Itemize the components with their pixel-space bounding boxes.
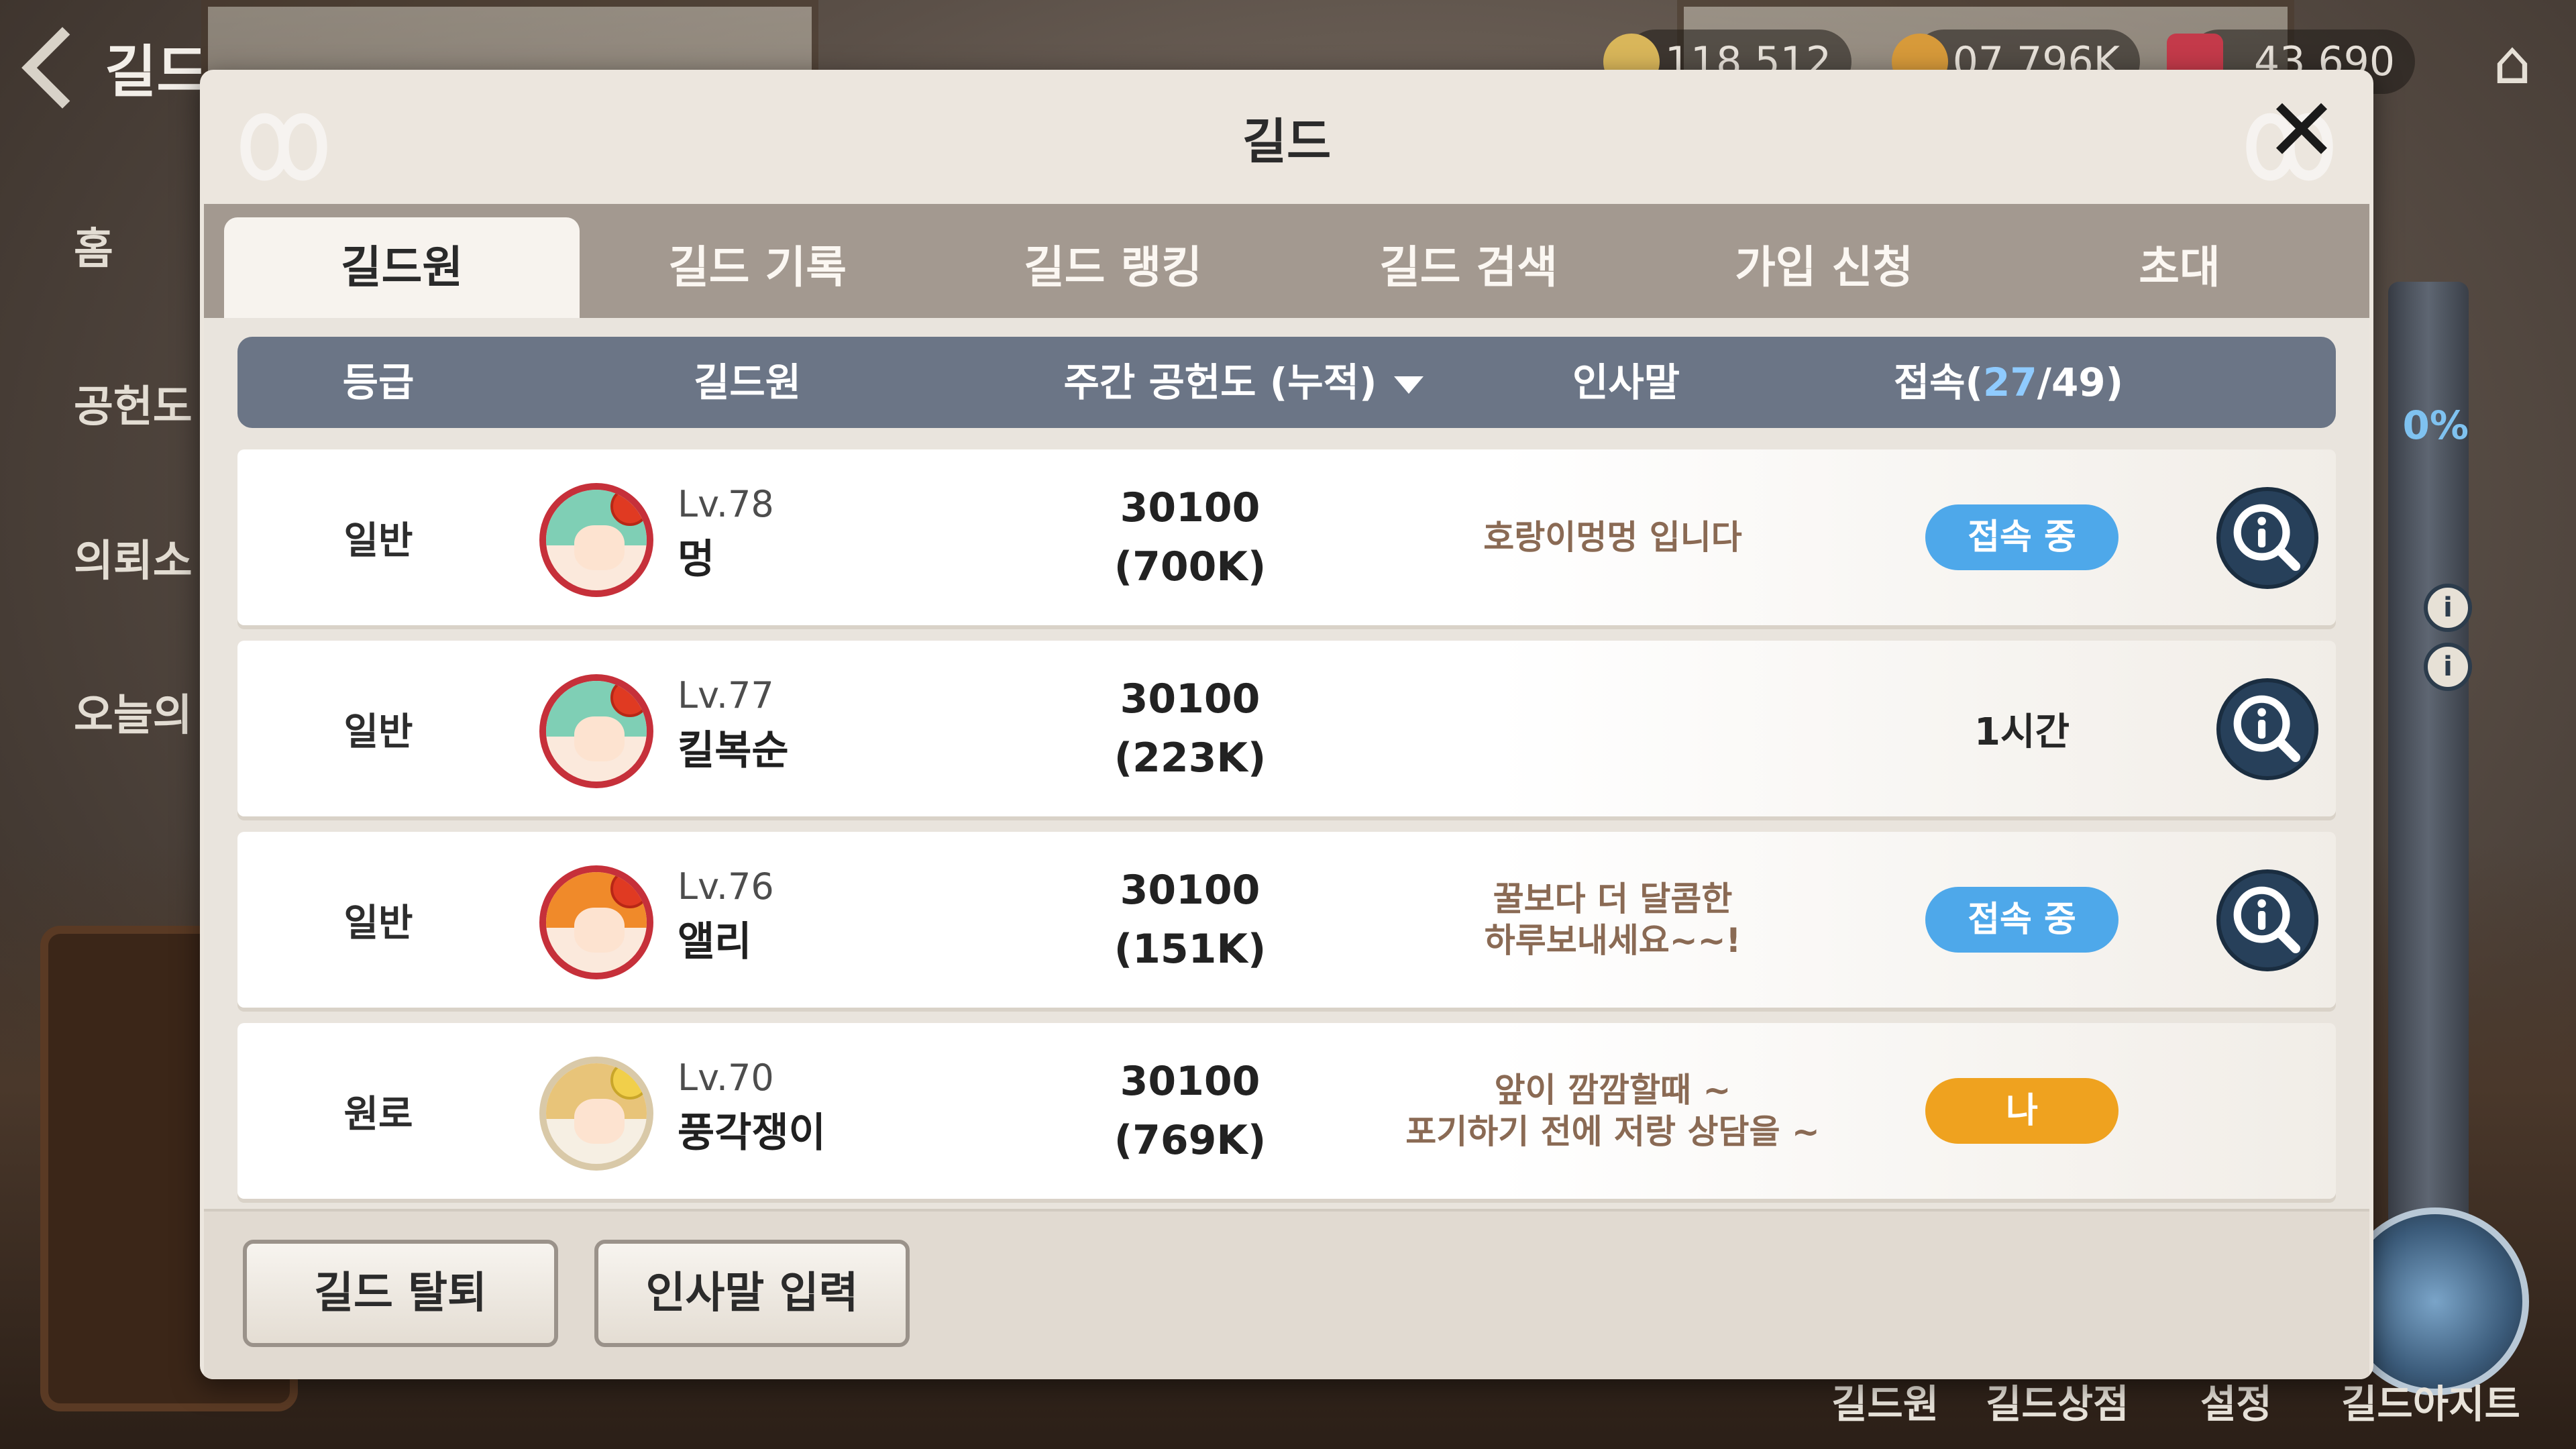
side-menu-today[interactable]: 오늘의 xyxy=(74,681,193,743)
magnifier-info-icon xyxy=(2233,695,2300,762)
sort-down-icon xyxy=(1394,376,1424,394)
member-name: 킬복순 xyxy=(678,727,789,774)
status-badge: 접속 중 xyxy=(1925,504,2118,570)
member-level: Lv.76 xyxy=(678,865,774,908)
side-percent: 0% xyxy=(2402,402,2469,448)
member-greeting: 꿀보다 더 달콤한 하루보내세요~~! xyxy=(1484,879,1741,960)
member-grade: 일반 xyxy=(343,901,413,945)
member-greeting: 앞이 깜깜할때 ~ 포기하기 전에 저랑 상담을 ~ xyxy=(1405,1071,1820,1151)
member-status: 접속 중 xyxy=(1921,832,2123,1008)
back-label: 길드 xyxy=(105,39,209,105)
member-info-button[interactable] xyxy=(2216,678,2318,780)
status-badge: 접속 중 xyxy=(1925,887,2118,953)
member-contribution: 30100 (151K) xyxy=(1114,867,1267,973)
member-greeting: 호랑이멍멍 입니다 xyxy=(1483,518,1742,557)
table-row[interactable]: 일반 Lv.78 멍 30100 (700K) 호랑이멍멍 입니다 접속 중 xyxy=(237,449,2336,625)
member-avatar[interactable] xyxy=(539,1057,653,1171)
member-avatar[interactable] xyxy=(539,483,653,597)
member-nameblock: Lv.70 풍각쟁이 xyxy=(678,1057,826,1159)
member-level: Lv.70 xyxy=(678,1057,774,1099)
flower-badge-icon xyxy=(610,872,647,908)
bottom-menu-shop[interactable]: 길드상점 xyxy=(1986,1373,2129,1429)
header-contribution[interactable]: 주간 공헌도 (누적) xyxy=(1042,337,1445,428)
table-row[interactable]: 원로 Lv.70 풍각쟁이 30100 (769K) 앞이 깜깜할때 ~ 포기하… xyxy=(237,1023,2336,1199)
tab-guild-search[interactable]: 길드 검색 xyxy=(1291,217,1646,318)
header-greeting: 인사말 xyxy=(1572,360,1680,405)
side-menu-home[interactable]: 홈 xyxy=(74,215,113,276)
home-icon[interactable]: ⌂ xyxy=(2475,30,2549,97)
header-member[interactable]: 길드원 xyxy=(640,337,855,428)
member-contribution: 30100 (700K) xyxy=(1114,484,1267,590)
member-nameblock: Lv.77 킬복순 xyxy=(678,674,789,776)
magnifier-info-icon xyxy=(2233,504,2300,571)
leave-guild-button[interactable]: 길드 탈퇴 xyxy=(243,1240,558,1347)
side-menu-request[interactable]: 의뢰소 xyxy=(74,527,193,588)
member-grade: 일반 xyxy=(343,710,413,754)
header-access[interactable]: 접속(27/49) xyxy=(1874,337,2143,428)
member-status: 나 xyxy=(1921,1023,2123,1199)
info-icon[interactable]: i xyxy=(2424,584,2472,632)
member-grade: 원로 xyxy=(343,1092,413,1136)
enter-greeting-button[interactable]: 인사말 입력 xyxy=(594,1240,910,1347)
bottom-menu-settings[interactable]: 설정 xyxy=(2200,1373,2272,1429)
bottom-menu-hideout[interactable]: 길드아지트 xyxy=(2341,1373,2520,1429)
tab-members[interactable]: 길드원 xyxy=(224,217,580,318)
me-badge: 나 xyxy=(1925,1078,2118,1144)
tab-join-requests[interactable]: 가입 신청 xyxy=(1646,217,2002,318)
bottom-menu-members[interactable]: 길드원 xyxy=(1831,1373,1939,1429)
member-name: 앨리 xyxy=(678,918,752,965)
tab-guild-ranking[interactable]: 길드 랭킹 xyxy=(935,217,1291,318)
table-header: 등급 길드원 주간 공헌도 (누적) 인사말 접속(27/49) xyxy=(237,337,2336,428)
tab-bar: 길드원 길드 기록 길드 랭킹 길드 검색 가입 신청 초대 xyxy=(204,204,2369,318)
close-icon[interactable]: ✕ xyxy=(2258,87,2345,177)
member-contribution: 30100 (769K) xyxy=(1114,1058,1267,1164)
back-button[interactable]: 길드 xyxy=(21,26,209,109)
member-nameblock: Lv.78 멍 xyxy=(678,483,774,585)
member-name: 풍각쟁이 xyxy=(678,1110,826,1157)
last-seen-text: 1시간 xyxy=(1974,710,2070,754)
table-row[interactable]: 일반 Lv.76 앨리 30100 (151K) 꿀보다 더 달콤한 하루보내세… xyxy=(237,832,2336,1008)
member-status: 접속 중 xyxy=(1921,449,2123,625)
member-status: 1시간 xyxy=(1921,641,2123,816)
tab-guild-log[interactable]: 길드 기록 xyxy=(580,217,935,318)
flower-badge-icon xyxy=(610,1063,647,1099)
member-info-button[interactable] xyxy=(2216,487,2318,589)
modal-footer: 길드 탈퇴 인사말 입력 xyxy=(204,1209,2369,1379)
magnifier-info-icon xyxy=(2233,886,2300,953)
guild-modal: 길드 ✕ 길드원 길드 기록 길드 랭킹 길드 검색 가입 신청 초대 등급 길… xyxy=(200,70,2373,1379)
modal-title: 길드 xyxy=(1242,113,1332,170)
member-greeting xyxy=(1405,641,1821,816)
member-avatar[interactable] xyxy=(539,674,653,788)
member-nameblock: Lv.76 앨리 xyxy=(678,865,774,967)
member-info-button[interactable] xyxy=(2216,869,2318,971)
member-level: Lv.77 xyxy=(678,674,774,716)
table-row[interactable]: 일반 Lv.77 킬복순 30100 (223K) 1시간 xyxy=(237,641,2336,816)
flower-badge-icon xyxy=(610,681,647,717)
flower-badge-icon xyxy=(610,490,647,526)
member-level: Lv.78 xyxy=(678,483,774,525)
header-grade[interactable]: 등급 xyxy=(311,337,445,428)
side-menu-contribution[interactable]: 공헌도 xyxy=(74,372,193,434)
tab-invite[interactable]: 초대 xyxy=(2002,217,2357,318)
member-avatar[interactable] xyxy=(539,865,653,979)
info-icon[interactable]: i xyxy=(2424,643,2472,691)
member-name: 멍 xyxy=(678,536,715,583)
member-contribution: 30100 (223K) xyxy=(1114,676,1267,782)
member-grade: 일반 xyxy=(343,519,413,563)
chevron-left-icon xyxy=(21,26,103,109)
